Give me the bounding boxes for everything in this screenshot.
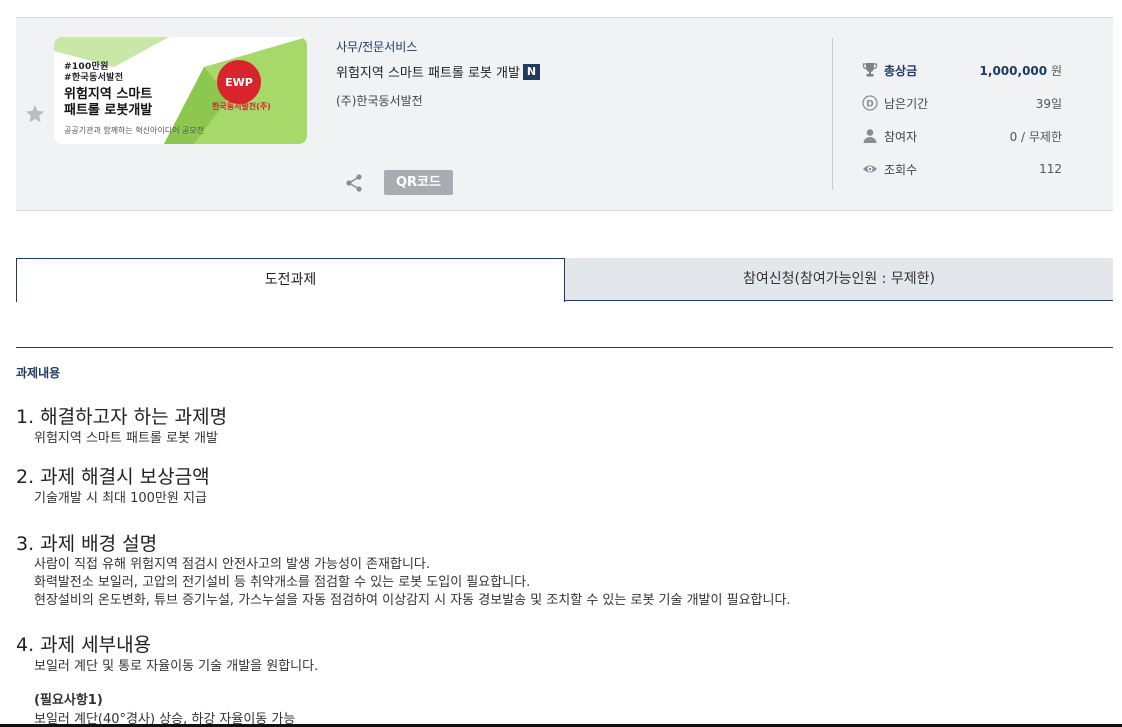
requirement-1-title: (필요사항1) xyxy=(34,693,103,708)
favorite-star-icon[interactable] xyxy=(24,103,46,125)
tab-apply[interactable]: 참여신청(참여가능인원 : 무제한) xyxy=(565,258,1113,301)
stat-prize-value: 1,000,000 원 xyxy=(979,63,1062,78)
project-title[interactable]: 위험지역 스마트 패트롤 로봇 개발 xyxy=(336,62,520,81)
stat-participants-label: 참여자 xyxy=(884,129,918,144)
stat-views: 조회수 112 xyxy=(862,159,1062,179)
trophy-icon xyxy=(862,63,878,77)
stat-remaining-label: 남은기간 xyxy=(884,96,929,111)
heading-4-body: 보일러 계단 및 통로 자율이동 기술 개발을 원합니다. xyxy=(34,659,319,674)
heading-2: 2. 과제 해결시 보상금액 xyxy=(16,466,210,488)
thumbnail-tags: #100만원 #한국동서발전 xyxy=(64,62,124,83)
project-category: 사무/전문서비스 xyxy=(336,40,418,54)
thumbnail-footer: 공공기관과 함께하는 혁신아이디어 공모전 xyxy=(64,126,205,135)
new-badge: N xyxy=(522,63,540,80)
section-title: 과제내용 xyxy=(16,366,61,380)
stat-views-value: 112 xyxy=(1039,162,1062,176)
eye-icon xyxy=(863,165,877,173)
stat-views-label: 조회수 xyxy=(884,162,918,177)
heading-4: 4. 과제 세부내용 xyxy=(16,634,152,656)
logo-mark: EWP xyxy=(225,76,253,89)
stat-remaining-value: 39일 xyxy=(1035,96,1062,111)
qr-code-button[interactable]: QR코드 xyxy=(384,170,453,195)
d-day-icon: D xyxy=(862,95,878,111)
person-icon xyxy=(863,129,877,143)
heading-3-body-1: 사람이 직접 유해 위험지역 점검시 안전사고의 발생 가능성이 존재합니다. xyxy=(34,557,430,572)
project-thumbnail[interactable]: EWP #100만원 #한국동서발전 위험지역 스마트 패트롤 로봇개발 한국동… xyxy=(54,37,307,144)
section-divider xyxy=(16,347,1113,348)
stat-prize-label: 총상금 xyxy=(884,63,918,78)
stat-remaining: D 남은기간 39일 xyxy=(862,93,1062,113)
heading-3-body-3: 현장설비의 온도변화, 튜브 증기누설, 가스누설을 자동 점검하여 이상감지 … xyxy=(34,593,791,608)
stat-participants: 참여자 0 / 무제한 xyxy=(862,126,1062,146)
thumbnail-headline: 위험지역 스마트 패트롤 로봇개발 xyxy=(64,87,153,118)
stat-participants-value: 0 / 무제한 xyxy=(1009,129,1062,144)
heading-3: 3. 과제 배경 설명 xyxy=(16,533,158,555)
thumbnail-logo-text: 한국동서발전(주) xyxy=(212,102,271,111)
heading-1: 1. 해결하고자 하는 과제명 xyxy=(16,406,228,428)
svg-text:D: D xyxy=(866,100,873,110)
heading-3-body-2: 화력발전소 보일러, 고압의 전기설비 등 취약개소를 점검할 수 있는 로봇 … xyxy=(34,575,531,590)
stat-prize: 총상금 1,000,000 원 xyxy=(862,60,1062,80)
panel-divider xyxy=(832,38,833,190)
tab-challenge[interactable]: 도전과제 xyxy=(16,258,565,302)
project-title-row: 위험지역 스마트 패트롤 로봇 개발 N xyxy=(336,62,540,81)
heading-1-body: 위험지역 스마트 패트롤 로봇 개발 xyxy=(34,431,218,446)
project-organization: (주)한국동서발전 xyxy=(336,94,423,108)
share-icon[interactable] xyxy=(344,173,364,193)
heading-2-body: 기술개발 시 최대 100만원 지급 xyxy=(34,491,207,506)
